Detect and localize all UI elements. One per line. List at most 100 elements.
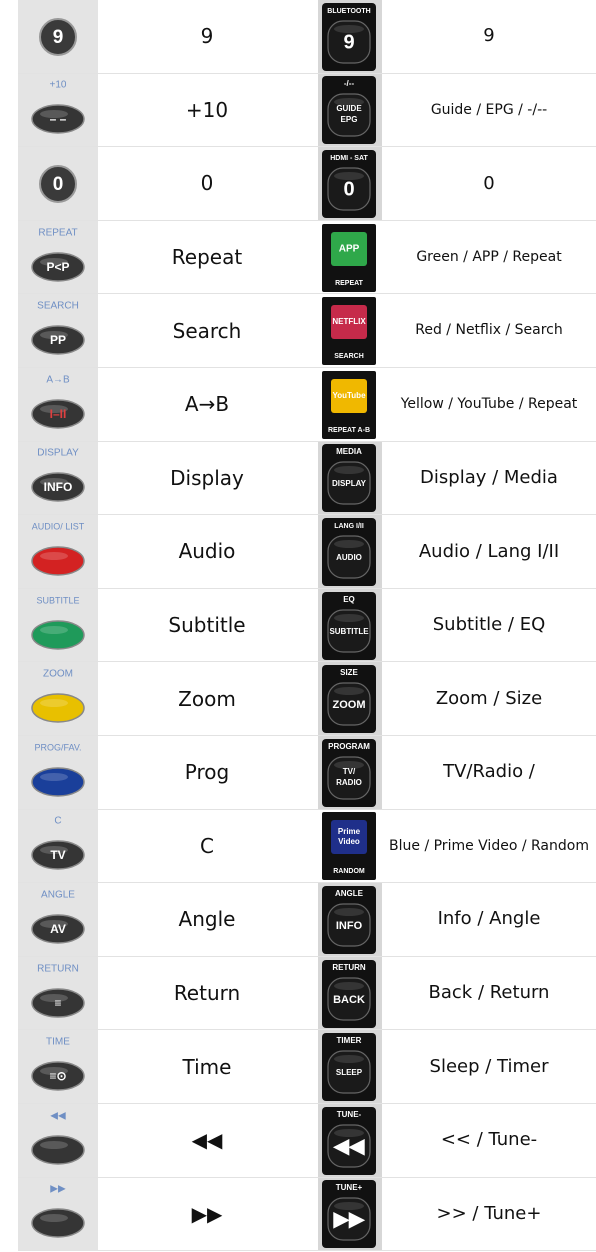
function-label-alt: Subtitle / EQ xyxy=(432,614,546,636)
function-label-alt: Blue / Prime Video / Random xyxy=(389,837,589,854)
function-label: Time xyxy=(182,1054,232,1079)
digit-9-button-icon: 9 xyxy=(18,0,98,73)
guide-epg-key-icon: -/-- GUIDE EPG xyxy=(318,73,382,147)
table-row: AUDIO/ LIST Audio LANG I/II AUDIO Audio / La… xyxy=(18,515,596,589)
function-label-alt: Info / Angle xyxy=(437,908,541,930)
button-key-text: AV xyxy=(50,922,66,936)
function-label: Return xyxy=(173,981,241,1006)
button-badge-text: RETURN xyxy=(37,963,79,974)
key-text: YouTube xyxy=(332,391,366,400)
function-label-alt: << / Tune- xyxy=(440,1129,538,1151)
function-label-alt: Display / Media xyxy=(420,466,558,488)
button-badge-text: ANGLE xyxy=(41,890,75,901)
function-label: Search xyxy=(172,318,242,343)
table-row: +10 – – +10 -/-- GUIDE EPG Guide / EPG / -/-- xyxy=(18,73,596,148)
function-label-alt: Zoom / Size xyxy=(435,687,543,709)
digit-0-button-icon: 0 xyxy=(18,147,98,220)
function-label-alt: Guide / EPG / -/-- xyxy=(430,101,548,118)
key-badge-text: REPEAT A-B xyxy=(328,427,370,434)
table-row: A→B I–II A→B YouTube REPEAT A-B Yellow / YouT… xyxy=(18,367,596,442)
repeat-pp-button-icon: REPEAT P<P xyxy=(18,220,98,294)
function-label: Display xyxy=(170,465,244,490)
function-label-alt: TV/Radio / xyxy=(443,761,535,783)
key-badge-text: SEARCH xyxy=(334,353,364,360)
function-label: +10 xyxy=(185,97,229,122)
display-info-button-icon: DISPLAY INFO xyxy=(18,441,98,515)
function-label: Angle xyxy=(178,907,236,932)
green-app-key-icon: APP REPEAT xyxy=(318,220,382,294)
size-zoom-key-icon: SIZE ZOOM xyxy=(318,662,382,735)
function-label-alt: Red / Netflix / Search xyxy=(415,322,563,339)
button-key-text: PP xyxy=(50,333,66,347)
function-label: Prog xyxy=(184,760,230,785)
table-row: 9 9 BLUETOOTH 9 9 xyxy=(18,0,596,74)
key-text: NETFLIX xyxy=(332,317,366,326)
key-text: TV/ xyxy=(343,767,356,776)
key-text: BACK xyxy=(333,993,365,1005)
return-back-key-icon: RETURN BACK xyxy=(318,956,382,1030)
button-key-text: 0 xyxy=(53,174,64,195)
key-badge-text: LANG I/II xyxy=(334,523,364,530)
button-mapping-table: 9 9 BLUETOOTH 9 9 +10 – – +10 -/-- GUIDE EPG Guide … xyxy=(18,0,596,1252)
function-label: Repeat xyxy=(171,245,243,270)
key-badge-text: EQ xyxy=(343,595,355,604)
function-label-alt: 9 xyxy=(483,25,495,47)
audio-red-button-icon: AUDIO/ LIST xyxy=(18,515,98,588)
blue-prime-video-key-icon: Prime Video RANDOM xyxy=(318,809,382,883)
key-text: RADIO xyxy=(336,778,362,787)
table-row: C TV C Prime Video RANDOM Blue / Prime Video /… xyxy=(18,809,596,884)
key-badge-text: TUNE- xyxy=(337,1110,362,1119)
button-key-text: ≡⊙ xyxy=(49,1069,66,1083)
button-badge-text: SEARCH xyxy=(37,301,79,312)
eq-subtitle-key-icon: EQ SUBTITLE xyxy=(318,588,382,662)
function-label-alt: 0 xyxy=(483,172,495,194)
yellow-youtube-key-icon: YouTube REPEAT A-B xyxy=(318,367,382,441)
button-key-text: I–II xyxy=(50,407,67,421)
key-badge-text: BLUETOOTH xyxy=(327,8,370,15)
time-button-icon: TIME ≡⊙ xyxy=(18,1030,98,1103)
button-badge-text: DISPLAY xyxy=(37,448,79,459)
key-text: Video xyxy=(338,837,360,846)
button-key-text: – – xyxy=(50,113,67,127)
angle-av-button-icon: ANGLE AV xyxy=(18,883,98,956)
button-badge-text: C xyxy=(54,816,61,827)
key-text: GUIDE xyxy=(336,105,362,114)
button-key-text: P<P xyxy=(46,260,69,274)
search-pp-button-icon: SEARCH PP xyxy=(18,294,98,367)
key-text: ZOOM xyxy=(333,699,366,711)
key-badge-text: REPEAT xyxy=(335,279,364,286)
table-row: ANGLE AV Angle ANGLE INFO Info / Angle xyxy=(18,883,596,957)
key-badge-text: RANDOM xyxy=(333,868,365,875)
return-menu-button-icon: RETURN ≡ xyxy=(18,956,98,1030)
plus10-dash-button-icon: +10 – – xyxy=(18,73,98,147)
rewind-button-icon: ◀◀ xyxy=(18,1103,98,1177)
ab-repeat-button-icon: A→B I–II xyxy=(18,367,98,441)
media-display-key-icon: MEDIA DISPLAY xyxy=(318,441,382,515)
table-row: ◀◀ ◀◀ TUNE- ◀◀ << / Tune- xyxy=(18,1103,596,1178)
program-tv-radio-key-icon: PROGRAM TV/RADIO xyxy=(318,735,382,809)
key-text: 9 xyxy=(343,31,354,53)
button-key-text: 9 xyxy=(53,27,64,48)
key-text: AUDIO xyxy=(336,553,362,562)
button-badge-text: PROG/FAV. xyxy=(34,742,81,752)
button-key-text: TV xyxy=(50,849,65,863)
function-label-alt: Green / APP / Repeat xyxy=(416,248,562,265)
function-label: C xyxy=(200,833,214,858)
fast-forward-button-icon: ▶▶ xyxy=(18,1177,98,1251)
zoom-yellow-button-icon: ZOOM xyxy=(18,662,98,735)
key-text: EPG xyxy=(341,116,358,125)
function-label: ◀◀ xyxy=(191,1128,223,1153)
timer-sleep-key-icon: TIMER SLEEP xyxy=(318,1030,382,1103)
function-label-alt: >> / Tune+ xyxy=(436,1202,542,1224)
key-badge-text: HDMI - SAT xyxy=(330,155,368,162)
function-label-alt: Back / Return xyxy=(428,982,550,1004)
key-badge-text: -/-- xyxy=(344,80,355,89)
hdmi-sat-0-key-icon: HDMI - SAT 0 xyxy=(318,147,382,220)
key-badge-text: RETURN xyxy=(332,963,366,972)
c-tv-button-icon: C TV xyxy=(18,809,98,883)
key-text: SUBTITLE xyxy=(329,627,369,636)
key-badge-text: TIMER xyxy=(337,1036,362,1045)
function-label-alt: Sleep / Timer xyxy=(429,1055,549,1077)
tune-minus-rewind-key-icon: TUNE- ◀◀ xyxy=(318,1103,382,1177)
button-badge-text: A→B xyxy=(46,374,70,385)
